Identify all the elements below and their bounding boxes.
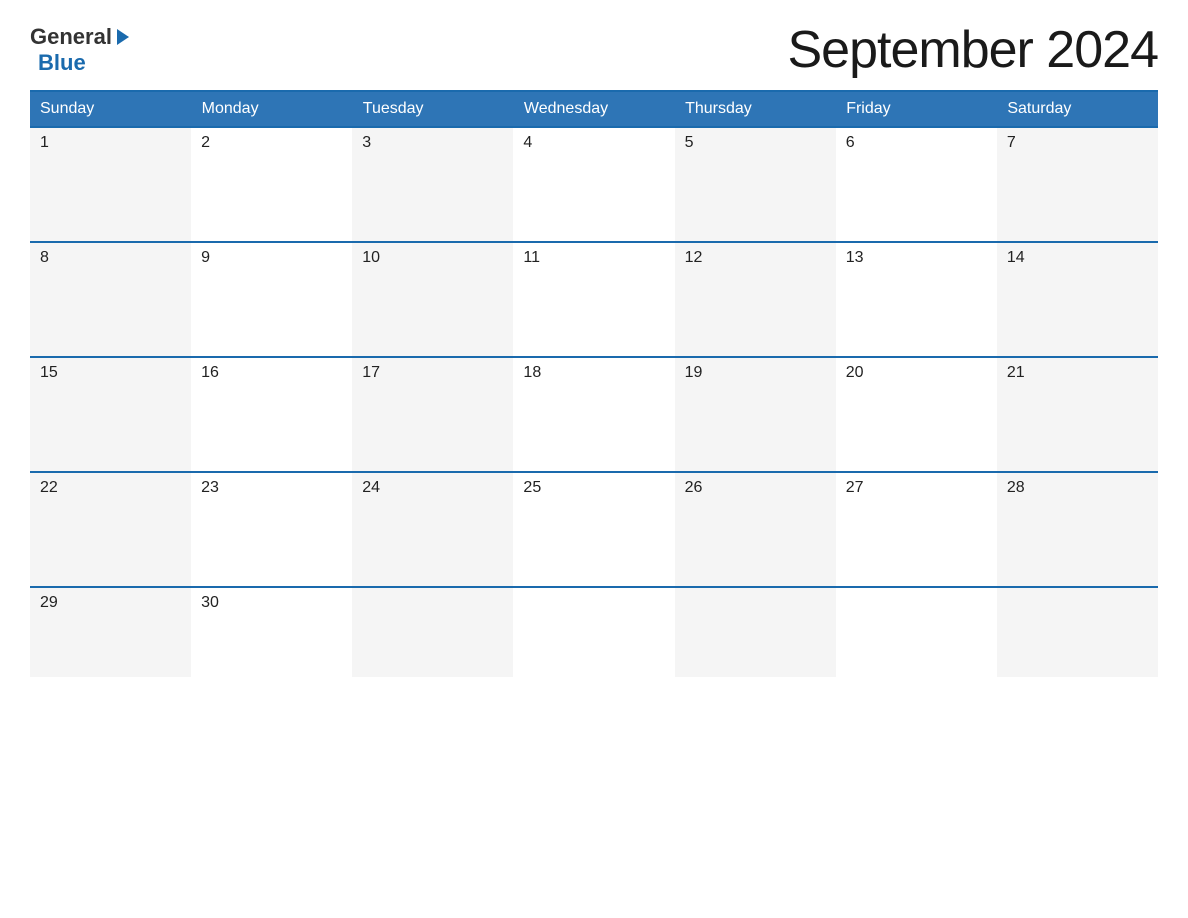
calendar-day-cell xyxy=(352,587,513,677)
calendar-day-cell: 25 xyxy=(513,472,674,587)
calendar-day-cell: 10 xyxy=(352,242,513,357)
header-saturday: Saturday xyxy=(997,91,1158,127)
calendar-day-cell xyxy=(836,587,997,677)
calendar-day-cell: 8 xyxy=(30,242,191,357)
header-thursday: Thursday xyxy=(675,91,836,127)
calendar-day-cell: 28 xyxy=(997,472,1158,587)
header-friday: Friday xyxy=(836,91,997,127)
calendar-day-cell: 29 xyxy=(30,587,191,677)
day-number: 24 xyxy=(362,479,380,496)
calendar-day-cell: 23 xyxy=(191,472,352,587)
calendar-day-cell: 27 xyxy=(836,472,997,587)
day-number: 30 xyxy=(201,594,219,611)
day-number: 25 xyxy=(523,479,541,496)
day-number: 12 xyxy=(685,249,703,266)
calendar-week-row: 22 23 24 25 26 27 28 xyxy=(30,472,1158,587)
day-number: 1 xyxy=(40,134,49,151)
calendar-day-cell xyxy=(997,587,1158,677)
header-monday: Monday xyxy=(191,91,352,127)
day-number: 18 xyxy=(523,364,541,381)
day-number: 22 xyxy=(40,479,58,496)
month-title: September 2024 xyxy=(788,20,1159,80)
header-section: General Blue September 2024 xyxy=(30,20,1158,80)
calendar-day-cell: 22 xyxy=(30,472,191,587)
day-number: 11 xyxy=(523,249,540,266)
calendar-day-cell: 11 xyxy=(513,242,674,357)
calendar-day-cell: 13 xyxy=(836,242,997,357)
day-number: 17 xyxy=(362,364,380,381)
calendar-table: Sunday Monday Tuesday Wednesday Thursday… xyxy=(30,90,1158,677)
calendar-day-cell: 19 xyxy=(675,357,836,472)
calendar-day-cell: 3 xyxy=(352,127,513,242)
calendar-week-row: 1 2 3 4 5 6 7 xyxy=(30,127,1158,242)
day-number: 10 xyxy=(362,249,380,266)
logo-container: General Blue xyxy=(30,24,129,76)
day-number: 13 xyxy=(846,249,864,266)
day-number: 26 xyxy=(685,479,703,496)
day-number: 23 xyxy=(201,479,219,496)
calendar-day-cell: 4 xyxy=(513,127,674,242)
header-wednesday: Wednesday xyxy=(513,91,674,127)
day-number: 15 xyxy=(40,364,58,381)
calendar-day-cell xyxy=(513,587,674,677)
calendar-day-cell: 14 xyxy=(997,242,1158,357)
calendar-day-cell: 26 xyxy=(675,472,836,587)
day-number: 20 xyxy=(846,364,864,381)
header-tuesday: Tuesday xyxy=(352,91,513,127)
logo-general-text: General xyxy=(30,24,112,50)
calendar-day-cell: 15 xyxy=(30,357,191,472)
calendar-day-cell: 9 xyxy=(191,242,352,357)
calendar-day-cell: 1 xyxy=(30,127,191,242)
day-number: 6 xyxy=(846,134,855,151)
day-number: 2 xyxy=(201,134,210,151)
day-number: 19 xyxy=(685,364,703,381)
calendar-day-cell: 17 xyxy=(352,357,513,472)
day-number: 28 xyxy=(1007,479,1025,496)
day-number: 3 xyxy=(362,134,371,151)
day-number: 27 xyxy=(846,479,864,496)
calendar-week-row: 29 30 xyxy=(30,587,1158,677)
day-number: 29 xyxy=(40,594,58,611)
day-number: 7 xyxy=(1007,134,1016,151)
day-number: 16 xyxy=(201,364,219,381)
day-number: 9 xyxy=(201,249,210,266)
day-number: 8 xyxy=(40,249,49,266)
day-number: 4 xyxy=(523,134,532,151)
calendar-day-cell: 18 xyxy=(513,357,674,472)
calendar-header-row: Sunday Monday Tuesday Wednesday Thursday… xyxy=(30,91,1158,127)
logo-triangle-icon xyxy=(117,29,129,45)
calendar-day-cell: 20 xyxy=(836,357,997,472)
calendar-day-cell: 30 xyxy=(191,587,352,677)
day-number: 21 xyxy=(1007,364,1025,381)
calendar-day-cell: 2 xyxy=(191,127,352,242)
calendar-day-cell: 5 xyxy=(675,127,836,242)
header-sunday: Sunday xyxy=(30,91,191,127)
calendar-day-cell: 6 xyxy=(836,127,997,242)
calendar-day-cell: 12 xyxy=(675,242,836,357)
calendar-day-cell: 24 xyxy=(352,472,513,587)
calendar-week-row: 15 16 17 18 19 20 21 xyxy=(30,357,1158,472)
calendar-day-cell: 16 xyxy=(191,357,352,472)
calendar-week-row: 8 9 10 11 12 13 14 xyxy=(30,242,1158,357)
day-number: 5 xyxy=(685,134,694,151)
calendar-day-cell: 21 xyxy=(997,357,1158,472)
logo-blue-text: Blue xyxy=(38,50,86,75)
day-number: 14 xyxy=(1007,249,1025,266)
calendar-day-cell xyxy=(675,587,836,677)
calendar-day-cell: 7 xyxy=(997,127,1158,242)
